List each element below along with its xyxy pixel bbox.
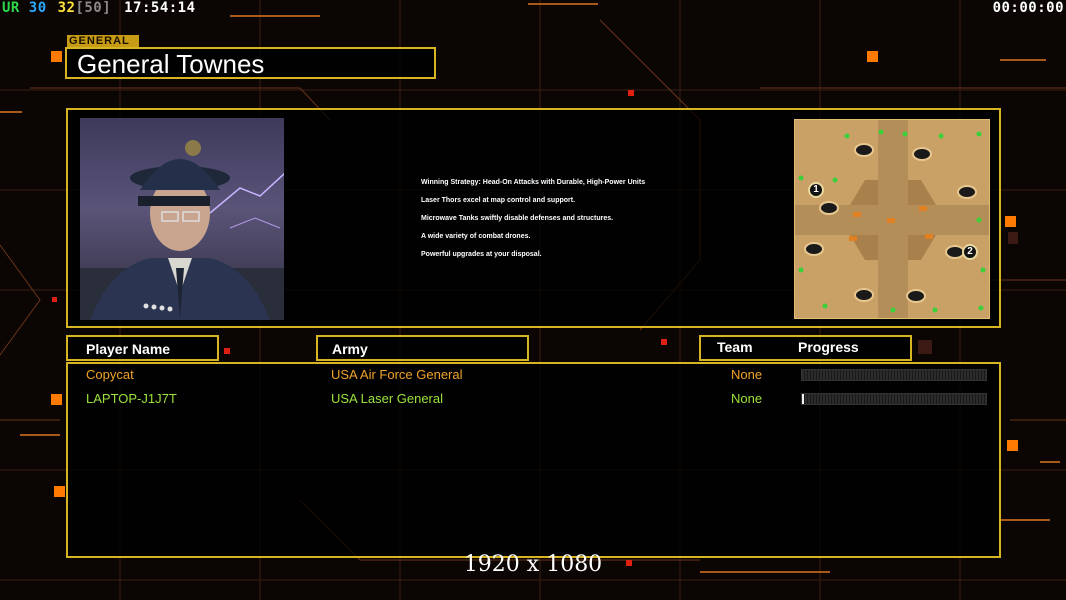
column-header-label: Team [717, 339, 753, 355]
portrait-image [80, 140, 284, 320]
column-header-team-progress: Team Progress [699, 335, 912, 361]
hud-timer: 00:00:00 [992, 0, 1064, 16]
player-name: Copycat [86, 367, 134, 382]
column-header-army: Army [316, 335, 529, 361]
strategy-line: A wide variety of combat drones. [421, 233, 531, 240]
column-header-label: Player Name [86, 341, 171, 357]
hud-value-c: [50] [75, 0, 112, 16]
strategy-line: Winning Strategy: Head-On Attacks with D… [421, 179, 646, 186]
player-progress-bar [801, 369, 987, 381]
strategy-line: Laser Thors excel at map control and sup… [421, 197, 576, 204]
map-preview[interactable]: 1 2 [794, 119, 990, 319]
player-row[interactable]: LAPTOP-J1J7T USA Laser General None [68, 389, 1003, 411]
hud-value-b: 32 [57, 0, 76, 16]
column-header-label: Progress [798, 339, 859, 355]
strategy-text: Winning Strategy: Head-On Attacks with D… [421, 178, 761, 268]
player-list: Copycat USA Air Force General None LAPTO… [66, 362, 1001, 558]
general-name: General Townes [77, 49, 265, 79]
player-row[interactable]: Copycat USA Air Force General None [68, 365, 1003, 387]
map-terrain [795, 120, 989, 318]
column-header-label: Army [332, 341, 368, 357]
start-position-marker[interactable]: 1 [808, 182, 824, 198]
hud-label: UR [2, 0, 20, 16]
player-progress-bar [801, 393, 987, 405]
player-army: USA Air Force General [331, 367, 463, 382]
strategy-line: Powerful upgrades at your disposal. [421, 251, 542, 258]
start-position-marker[interactable]: 2 [962, 244, 978, 260]
player-team: None [731, 367, 763, 382]
column-header-player: Player Name [66, 335, 219, 361]
general-portrait [80, 118, 284, 320]
strategy-line: Microwave Tanks swiftly disable defenses… [421, 215, 614, 222]
hud-clock: 17:54:14 [124, 0, 196, 16]
player-army: USA Laser General [331, 391, 444, 406]
resolution-label: 1920 x 1080 [463, 552, 603, 577]
hud-stats: UR 30 32[50] 17:54:14 [2, 0, 196, 18]
player-team: None [731, 391, 763, 406]
player-name: LAPTOP-J1J7T [86, 391, 177, 406]
general-title-box: General Townes [65, 47, 436, 79]
hud-value-a: 30 [28, 0, 47, 16]
